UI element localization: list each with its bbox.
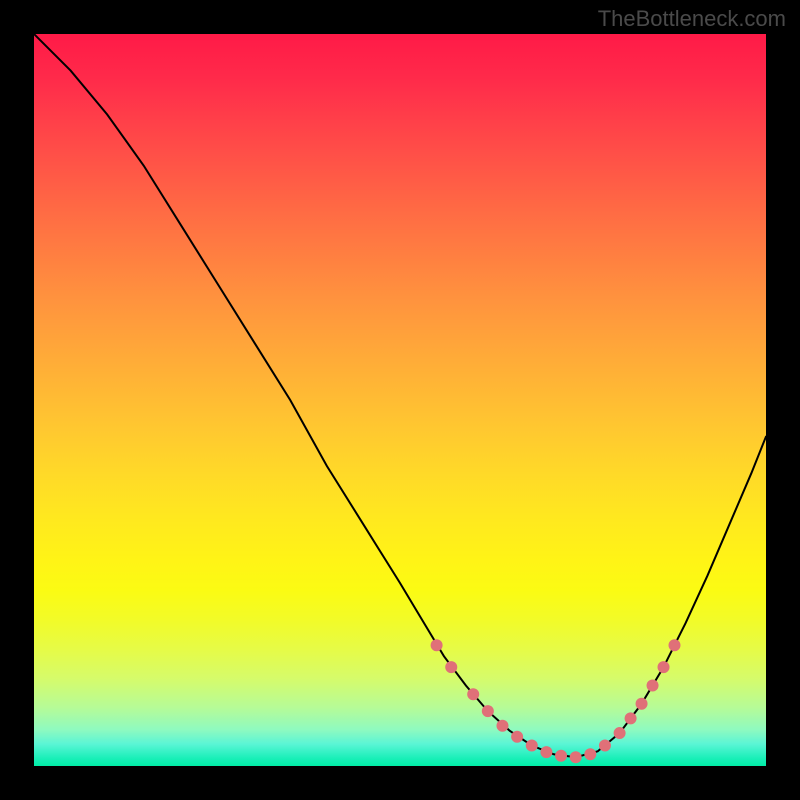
plot-area	[34, 34, 766, 766]
highlight-dot	[669, 639, 681, 651]
highlight-dot	[647, 679, 659, 691]
highlight-dot	[431, 639, 443, 651]
highlight-dot	[570, 751, 582, 763]
highlight-dot	[584, 748, 596, 760]
highlight-dot	[482, 705, 494, 717]
bottleneck-curve	[34, 34, 766, 757]
highlight-dot	[614, 727, 626, 739]
highlight-dot	[467, 688, 479, 700]
highlight-dot	[526, 740, 538, 752]
highlight-dot	[636, 698, 648, 710]
highlight-dot	[496, 720, 508, 732]
curve-layer	[34, 34, 766, 766]
watermark-text: TheBottleneck.com	[598, 6, 786, 32]
highlight-dot	[625, 712, 637, 724]
highlight-dot	[658, 661, 670, 673]
highlight-dot	[511, 731, 523, 743]
highlight-dot	[540, 746, 552, 758]
highlight-dot	[555, 750, 567, 762]
highlight-dot	[599, 740, 611, 752]
highlight-dot	[445, 661, 457, 673]
